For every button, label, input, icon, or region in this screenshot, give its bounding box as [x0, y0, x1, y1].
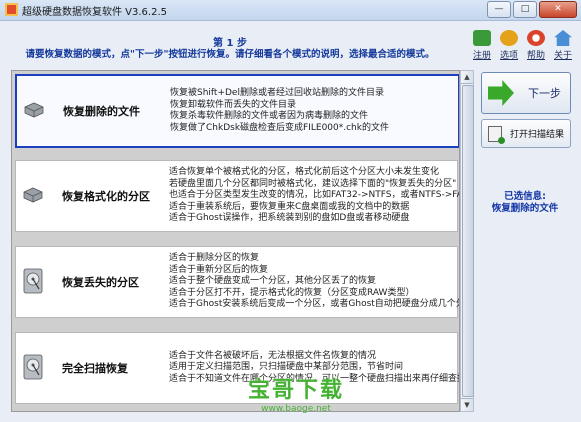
minimize-button[interactable]: — [487, 1, 511, 18]
register-cart-icon [473, 30, 491, 46]
register-label[interactable]: 注册 [469, 48, 495, 61]
window-title: 超级硬盘数据恢复软件 V3.6.2.5 [22, 7, 168, 18]
help-tool[interactable]: 帮助 [523, 30, 549, 61]
instruction-text: 请要恢复数据的模式，点"下一步"按钮进行恢复。请仔细看各个模式的说明，选择最合适… [25, 49, 435, 60]
description-line: 恢复杀毒软件删除的文件或者因为病毒删除的文件 [170, 111, 369, 121]
description-line: 适合于Ghost安装系统后变成一个分区，或者Ghost自动把硬盘分成几个分 [169, 299, 460, 310]
app-window: 超级硬盘数据恢复软件 V3.6.2.5 — □ ✕ 第 1 步 请要恢复数据的模… [0, 0, 581, 422]
description-line: 适合于不知道文件在哪个分区的情况，可以一整个硬盘扫描出来再仔细查找文件 [169, 373, 460, 384]
open-scan-results-button[interactable]: 打开扫描结果 [481, 119, 571, 148]
mode-recover-lost-partition[interactable]: 恢复丢失的分区 适合于删除分区的恢复 适合于重新分区后的恢复 适合于整个硬盘变成… [15, 246, 460, 318]
description-line: 适合恢复单个被格式化的分区，格式化前后这个分区大小未发生变化 [169, 167, 440, 178]
about-label[interactable]: 关于 [550, 48, 576, 61]
title-bar[interactable]: 超级硬盘数据恢复软件 V3.6.2.5 — □ ✕ [0, 0, 581, 21]
scroll-thumb[interactable] [462, 85, 474, 397]
description-line: 恢复做了ChkDsk磁盘检查后变成FILE000*.chk的文件 [170, 122, 389, 133]
scroll-up-arrow-icon[interactable]: ▲ [461, 71, 473, 84]
about-home-icon [554, 30, 572, 46]
top-toolbar: 注册 选项 帮助 关于 [469, 30, 579, 64]
options-tool[interactable]: 选项 [496, 30, 522, 61]
description-line: 恢复被Shift+Del删除或者经过回收站删除的文件目录 [170, 88, 384, 98]
hard-disk-icon [23, 187, 43, 203]
green-arrow-icon [488, 80, 514, 106]
app-icon [5, 3, 18, 16]
mode-name: 恢复格式化的分区 [62, 190, 150, 203]
window-controls: — □ ✕ [487, 1, 577, 18]
hard-disk-icon [24, 102, 44, 118]
description-line: 也适合于分区类型发生改变的情况，比如FAT32->NTFS，或者NTFS->FA… [169, 190, 460, 201]
mode-list-scrollbar[interactable]: ▲ ▼ [460, 70, 474, 412]
description-line: 适合于Ghost误操作，把系统装到别的盘如D盘或者移动硬盘 [169, 213, 410, 224]
description-line: 适合于重装系统后，要恢复重来C盘桌面或我的文档中的数据 [169, 201, 410, 212]
mode-full-scan[interactable]: 完全扫描恢复 适合于文件名被破坏后，无法根据文件名恢复的情况 适用于定义扫描范围… [15, 332, 460, 404]
mode-recover-deleted[interactable]: 恢复删除的文件 恢复被Shift+Del删除或者经过回收站删除的文件目录 恢复卸… [15, 74, 459, 148]
about-tool[interactable]: 关于 [550, 30, 576, 61]
description-line: 适用于定义扫描范围，只扫描硬盘中某部分范围，节省时间 [169, 362, 404, 373]
mode-name: 恢复删除的文件 [63, 105, 140, 118]
description-line: 适合于文件名被破坏后，无法根据文件名恢复的情况 [169, 350, 377, 361]
help-lifebuoy-icon [527, 30, 545, 46]
options-gear-icon [500, 30, 518, 46]
description-line: 适合于整个硬盘变成一个分区，其他分区丢了的恢复 [169, 276, 377, 287]
next-step-button[interactable]: 下一步 [481, 72, 571, 114]
next-step-label: 下一步 [528, 87, 561, 100]
mode-recover-formatted[interactable]: 恢复格式化的分区 适合恢复单个被格式化的分区，格式化前后这个分区大小未发生变化 … [15, 160, 460, 232]
description-line: 适合于重新分区后的恢复 [169, 264, 269, 275]
register-tool[interactable]: 注册 [469, 30, 495, 61]
mode-name: 完全扫描恢复 [62, 362, 128, 375]
open-file-icon [488, 125, 505, 144]
recovery-mode-list: 恢复删除的文件 恢复被Shift+Del删除或者经过回收站删除的文件目录 恢复卸… [11, 70, 460, 412]
maximize-button[interactable]: □ [513, 1, 537, 18]
description-line: 恢复卸载软件而丢失的文件目录 [170, 99, 297, 110]
mode-description: 适合于删除分区的恢复 适合于重新分区后的恢复 适合于整个硬盘变成一个分区，其他分… [169, 247, 460, 317]
help-label[interactable]: 帮助 [523, 48, 549, 61]
description-line: 适合于分区打不开，提示格式化的恢复（分区变成RAW类型） [169, 287, 415, 298]
mode-description: 适合恢复单个被格式化的分区，格式化前后这个分区大小未发生变化 若硬盘里面几个分区… [169, 161, 460, 231]
mode-description: 恢复被Shift+Del删除或者经过回收站删除的文件目录 恢复卸载软件而丢失的文… [170, 76, 389, 146]
options-label[interactable]: 选项 [496, 48, 522, 61]
open-disk-icon [23, 268, 43, 294]
description-line: 适合于删除分区的恢复 [169, 253, 260, 264]
mode-description: 适合于文件名被破坏后，无法根据文件名恢复的情况 适用于定义扫描范围，只扫描硬盘中… [169, 333, 460, 403]
close-button[interactable]: ✕ [539, 1, 577, 18]
description-line: 若硬盘里面几个分区都同时被格式化，建议选择下面的"恢复丢失的分区" [169, 178, 457, 189]
scroll-down-arrow-icon[interactable]: ▼ [461, 398, 473, 411]
mode-name: 恢复丢失的分区 [62, 276, 139, 289]
open-scan-results-label: 打开扫描结果 [510, 130, 565, 140]
open-disk-icon [23, 354, 43, 380]
selected-info-value: 恢复删除的文件 [491, 203, 559, 214]
